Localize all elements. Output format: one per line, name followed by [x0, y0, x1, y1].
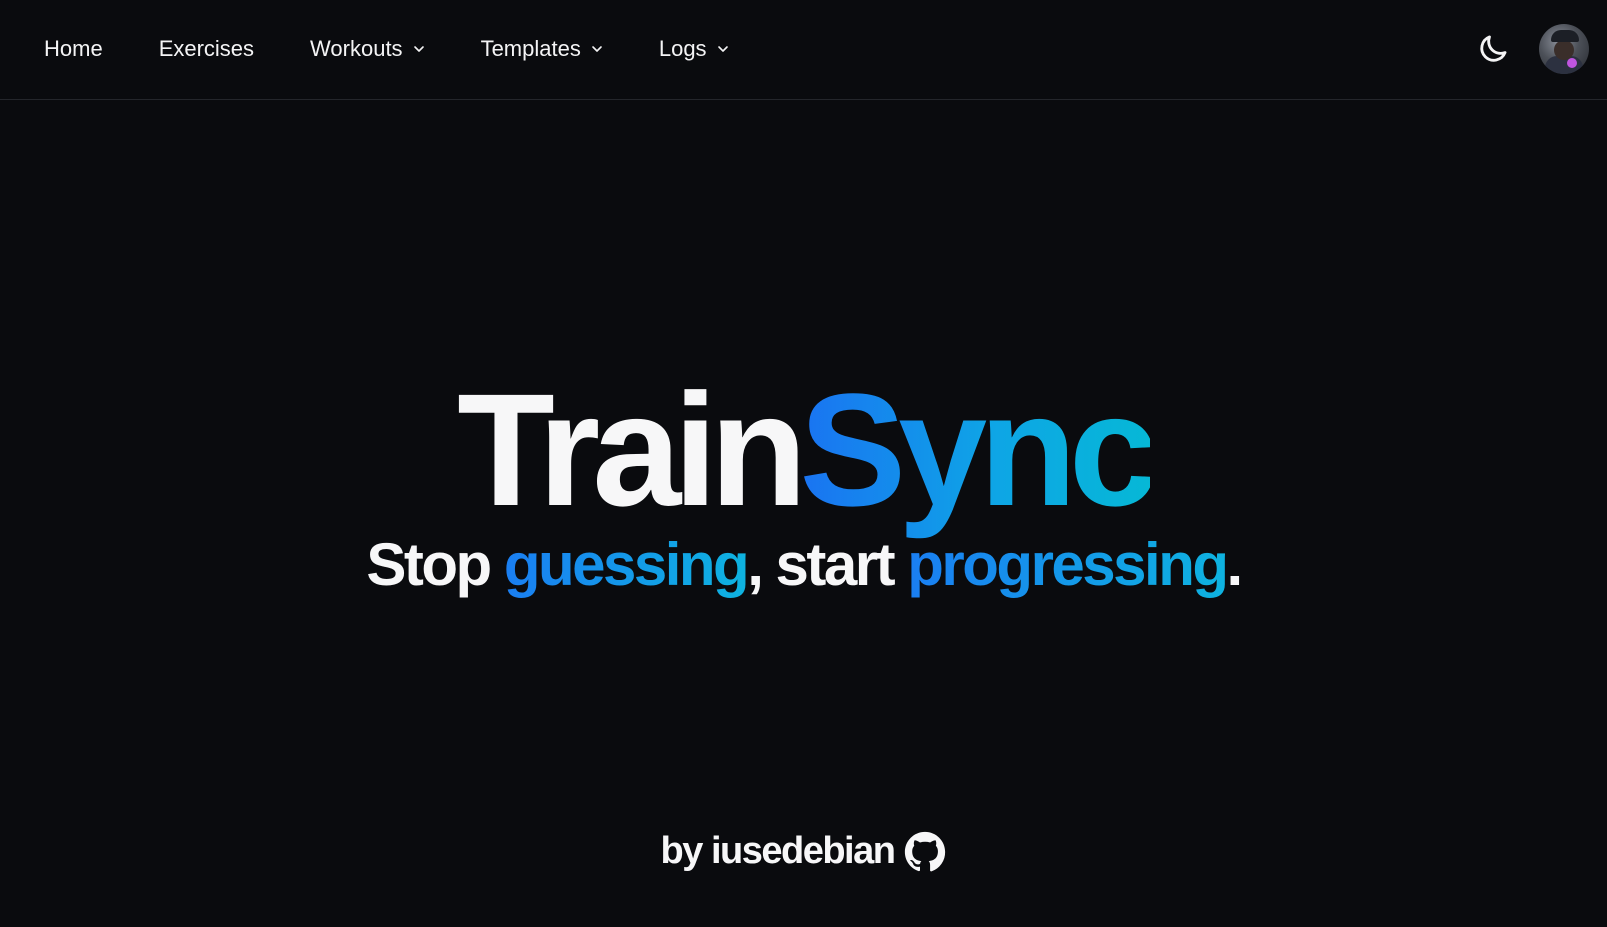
tagline-w3: . [1226, 531, 1244, 598]
nav-item-logs[interactable]: Logs [659, 36, 729, 62]
header-controls [1473, 24, 1589, 74]
chevron-down-icon [413, 46, 424, 52]
tagline: Stop guessing, start progressing. [0, 530, 1607, 600]
theme-toggle-button[interactable] [1473, 29, 1513, 69]
author-credit-text: by iusedebian [660, 830, 896, 872]
nav-item-label: Home [44, 36, 103, 61]
app-title-part2: Sync [799, 360, 1157, 539]
avatar-badge [1567, 58, 1577, 68]
nav-item-label: Workouts [310, 36, 403, 61]
tagline-g1: guessing [503, 531, 750, 598]
chevron-down-icon [592, 46, 602, 52]
nav-item-workouts[interactable]: Workouts [310, 36, 425, 62]
chevron-down-icon [717, 46, 728, 52]
app-title: TrainSync [0, 370, 1607, 530]
main-nav: Home Exercises Workouts Templates Logs [44, 0, 785, 98]
avatar-face [1554, 40, 1574, 60]
github-link[interactable] [904, 831, 946, 873]
avatar-cap [1551, 30, 1579, 42]
nav-item-label: Exercises [158, 36, 255, 61]
author-credit: by iusedebian [0, 830, 1607, 873]
nav-item-label: Templates [480, 36, 581, 61]
nav-item-home[interactable]: Home [44, 36, 103, 62]
top-navbar: Home Exercises Workouts Templates Logs [0, 0, 1607, 100]
user-avatar[interactable] [1539, 24, 1589, 74]
github-icon [905, 831, 946, 871]
moon-icon [1480, 35, 1507, 62]
nav-item-label: Logs [658, 36, 707, 61]
tagline-g2: progressing [907, 531, 1229, 598]
app-title-part1: Train [457, 360, 807, 539]
tagline-w1: Stop [366, 531, 504, 598]
tagline-w2: , start [747, 531, 908, 598]
hero-section: TrainSync Stop guessing, start progressi… [0, 370, 1607, 600]
nav-item-templates[interactable]: Templates [481, 36, 603, 62]
nav-item-exercises[interactable]: Exercises [159, 36, 254, 62]
